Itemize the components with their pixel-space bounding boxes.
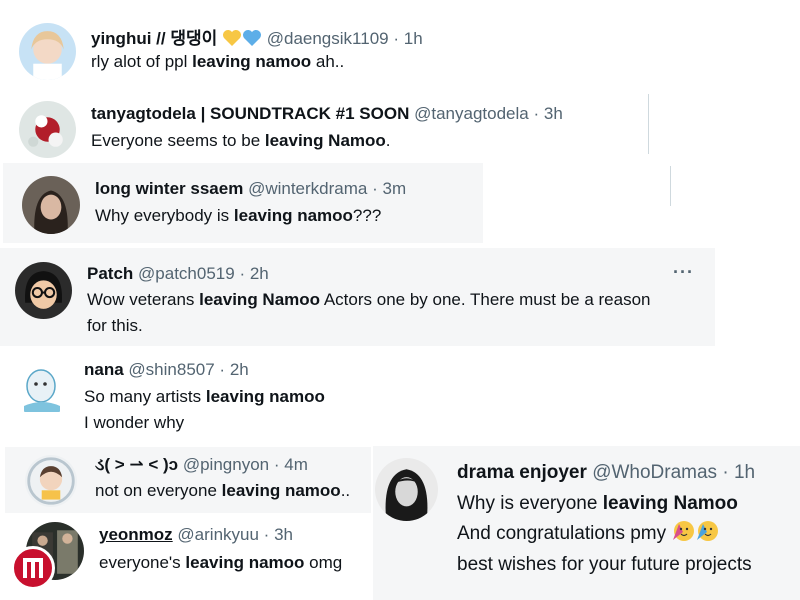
text-segment: ah.. (311, 52, 345, 71)
text-segment: Why is everyone (457, 493, 603, 514)
partying-face-icon (671, 518, 695, 551)
timestamp[interactable]: 3m (383, 179, 407, 198)
text-segment: ??? (352, 206, 382, 225)
tweet-text: everyone's leaving namoo omg (99, 550, 342, 576)
tweet-card-3[interactable]: long winter ssaem @winterkdrama · 3m Why… (3, 163, 483, 243)
tweet-text: Everyone seems to be leaving Namoo. (91, 128, 391, 154)
user-handle[interactable]: @winterkdrama (248, 179, 367, 198)
avatar[interactable] (19, 101, 76, 158)
text-highlight: leaving namoo (185, 553, 305, 572)
tweet-text: Why is everyone leaving Namoo And congra… (457, 490, 752, 579)
text-segment: Wow veterans (87, 290, 200, 309)
tweet-card-8[interactable]: drama enjoyer @WhoDramas · 1h Why is eve… (373, 446, 800, 600)
tweet-header: ડ( > ⇀ < )ɔ @pingnyon · 4m (95, 455, 308, 475)
tweet-header: tanyagtodela | SOUNDTRACK #1 SOON @tanya… (91, 104, 563, 124)
timestamp[interactable]: 3h (274, 525, 293, 544)
more-options-icon[interactable]: ··· (673, 262, 694, 283)
tweet-header: yinghui // 댕댕이 @daengsik1109 · 1h (91, 24, 423, 52)
tweet-card-7[interactable]: yeonmoz @arinkyuu · 3h everyone's leavin… (0, 515, 372, 600)
text-segment: rly alot of ppl (91, 52, 193, 71)
text-highlight: leaving namoo (205, 387, 325, 406)
tweet-text: Wow veterans leaving Namoo Actors one by… (87, 287, 650, 339)
text-segment: Everyone seems to be (91, 131, 265, 150)
user-handle[interactable]: @shin8507 (128, 360, 214, 379)
separator-dot: · (273, 455, 280, 474)
text-segment: omg (304, 553, 343, 572)
user-handle[interactable]: @arinkyuu (177, 525, 259, 544)
text-segment: not on everyone (95, 481, 222, 500)
timestamp[interactable]: 2h (250, 264, 269, 283)
separator-dot: · (263, 525, 270, 544)
text-highlight: leaving Namoo (199, 290, 321, 309)
text-highlight: leaving namoo (192, 52, 312, 71)
tweet-card-6[interactable]: ડ( > ⇀ < )ɔ @pingnyon · 4m not on everyo… (5, 447, 371, 513)
text-highlight: leaving namoo (221, 481, 341, 500)
display-name[interactable]: Patch (87, 264, 133, 283)
tweet-card-1[interactable]: yinghui // 댕댕이 @daengsik1109 · 1h rly al… (0, 6, 648, 86)
avatar[interactable] (375, 458, 438, 521)
tweet-text: So many artists leaving namoo I wonder w… (84, 384, 325, 436)
user-handle[interactable]: @patch0519 (138, 264, 235, 283)
text-segment: for this. (87, 316, 143, 335)
user-handle[interactable]: @tanyagtodela (414, 104, 529, 123)
display-name[interactable]: yeonmoz (99, 525, 173, 544)
separator-dot: · (372, 179, 378, 198)
divider (670, 166, 671, 206)
avatar[interactable] (22, 176, 80, 234)
separator-dot: · (239, 264, 246, 283)
tweet-card-5[interactable]: nana @shin8507 · 2h So many artists leav… (0, 352, 455, 440)
timestamp[interactable]: 1h (734, 462, 755, 483)
display-name[interactable]: drama enjoyer (457, 462, 587, 483)
text-segment: .. (340, 481, 351, 500)
separator-dot: · (722, 462, 729, 483)
display-name[interactable]: tanyagtodela | SOUNDTRACK #1 SOON (91, 104, 409, 123)
display-name[interactable]: yinghui // 댕댕이 (91, 29, 217, 48)
text-segment: . (385, 131, 391, 150)
white-blob (470, 150, 700, 250)
tweet-text: not on everyone leaving namoo.. (95, 478, 350, 504)
timestamp[interactable]: 1h (404, 29, 423, 48)
text-highlight: leaving Namoo (264, 131, 386, 150)
text-segment: And congratulations pmy (457, 523, 667, 544)
avatar[interactable] (14, 362, 70, 418)
tweet-header: Patch @patch0519 · 2h (87, 264, 269, 284)
text-highlight: leaving namoo (233, 206, 353, 225)
separator-dot: · (219, 360, 226, 379)
display-name[interactable]: nana (84, 360, 124, 379)
separator-dot: · (533, 104, 540, 123)
timestamp[interactable]: 2h (230, 360, 249, 379)
tweet-card-2[interactable]: tanyagtodela | SOUNDTRACK #1 SOON @tanya… (0, 88, 648, 162)
white-blob (420, 345, 750, 440)
timestamp[interactable]: 3h (544, 104, 563, 123)
tweet-header: yeonmoz @arinkyuu · 3h (99, 525, 293, 545)
separator-dot: · (393, 29, 400, 48)
text-segment: Why everybody is (95, 206, 234, 225)
text-highlight: leaving Namoo (602, 493, 738, 514)
text-segment: Actors one by one. There must be a reaso… (320, 290, 651, 309)
text-segment: everyone's (99, 553, 186, 572)
divider (648, 94, 649, 154)
tweet-text: rly alot of ppl leaving namoo ah.. (91, 49, 344, 75)
avatar[interactable] (19, 23, 76, 80)
avatar[interactable] (15, 262, 72, 319)
user-handle[interactable]: @WhoDramas (592, 462, 717, 483)
display-name[interactable]: long winter ssaem (95, 179, 243, 198)
text-segment: So many artists (84, 387, 206, 406)
tweet-header: long winter ssaem @winterkdrama · 3m (95, 179, 406, 199)
tweet-text: Why everybody is leaving namoo??? (95, 203, 381, 229)
timestamp[interactable]: 4m (284, 455, 308, 474)
tweet-card-4[interactable]: Patch @patch0519 · 2h ··· Wow veterans l… (0, 248, 715, 346)
partying-face-icon (695, 518, 719, 551)
text-segment: I wonder why (84, 413, 185, 432)
tweet-header: drama enjoyer @WhoDramas · 1h (457, 462, 755, 484)
avatar[interactable] (25, 455, 77, 507)
logo-icon (11, 546, 55, 590)
tweet-header: nana @shin8507 · 2h (84, 360, 249, 380)
display-name[interactable]: ડ( > ⇀ < )ɔ (95, 455, 178, 474)
user-handle[interactable]: @daengsik1109 (267, 29, 389, 48)
user-handle[interactable]: @pingnyon (183, 455, 269, 474)
text-segment: best wishes for your future projects (457, 554, 752, 575)
